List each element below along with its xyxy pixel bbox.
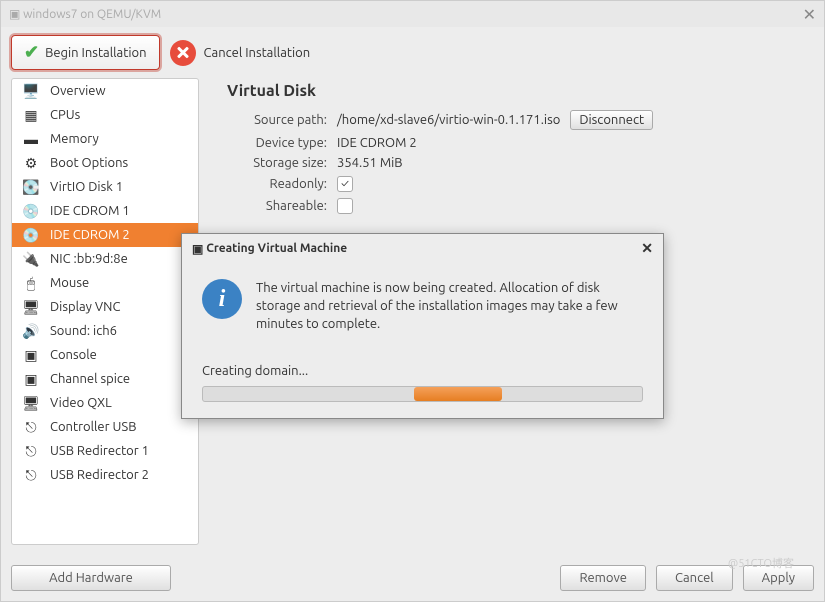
device-icon: 💿 (20, 226, 42, 244)
remove-button[interactable]: Remove (560, 565, 646, 591)
cancel-icon (170, 40, 196, 66)
cancel-button[interactable]: Cancel (656, 565, 733, 591)
sidebar-item-cpus[interactable]: ▦ CPUs (12, 103, 198, 127)
device-icon: ▣ (20, 346, 42, 364)
sidebar-item-channel-spice[interactable]: ▣ Channel spice (12, 367, 198, 391)
add-hardware-button[interactable]: Add Hardware (11, 565, 171, 591)
progress-bar (202, 386, 643, 402)
footer: Add Hardware Remove Cancel Apply (1, 555, 824, 601)
device-type-row: Device type: IDE CDROM 2 (227, 136, 794, 150)
sidebar-item-usb-redirector-1[interactable]: ⎋ USB Redirector 1 (12, 439, 198, 463)
readonly-checkbox[interactable]: ✓ (337, 176, 353, 192)
close-icon[interactable]: ✕ (803, 5, 816, 24)
sidebar-item-memory[interactable]: ▬ Memory (12, 127, 198, 151)
sidebar-item-label: IDE CDROM 2 (50, 228, 130, 242)
begin-label: Begin Installation (45, 46, 146, 60)
device-icon: 🔌 (20, 250, 42, 268)
sidebar-item-label: Console (50, 348, 97, 362)
sidebar-item-sound-ich6[interactable]: 🔊 Sound: ich6 (12, 319, 198, 343)
creating-vm-dialog: ▣ Creating Virtual Machine ✕ i The virtu… (181, 233, 664, 419)
device-icon: ▬ (20, 130, 42, 148)
device-icon: ▣ (20, 370, 42, 388)
device-icon: 🖥 (20, 394, 42, 412)
sidebar-item-nic-bb-9d-8e[interactable]: 🔌 NIC :bb:9d:8e (12, 247, 198, 271)
sidebar-item-label: Video QXL (50, 396, 112, 410)
sidebar-item-label: Overview (50, 84, 106, 98)
device-icon: 💽 (20, 178, 42, 196)
sidebar-item-usb-redirector-2[interactable]: ⎋ USB Redirector 2 (12, 463, 198, 487)
sidebar-item-ide-cdrom-2[interactable]: 💿 IDE CDROM 2 (12, 223, 198, 247)
sidebar-item-label: USB Redirector 1 (50, 444, 149, 458)
sidebar-item-controller-usb[interactable]: ⎋ Controller USB (12, 415, 198, 439)
cancel-label: Cancel Installation (204, 46, 311, 60)
sidebar-item-ide-cdrom-1[interactable]: 💿 IDE CDROM 1 (12, 199, 198, 223)
dialog-close-icon[interactable]: ✕ (641, 240, 653, 257)
vm-manager-window: ▣ windows7 on QEMU/KVM ✕ ✔ Begin Install… (0, 0, 825, 602)
sidebar-item-boot-options[interactable]: ⚙ Boot Options (12, 151, 198, 175)
sidebar-item-label: NIC :bb:9d:8e (50, 252, 128, 266)
shareable-checkbox[interactable] (337, 198, 353, 214)
dialog-titlebar: ▣ Creating Virtual Machine ✕ (182, 234, 663, 263)
device-icon: 🖱 (20, 274, 42, 292)
device-icon: 🖥️ (20, 82, 42, 100)
device-icon: ▦ (20, 106, 42, 124)
dialog-title-text: Creating Virtual Machine (206, 242, 347, 255)
sidebar-item-virtio-disk-1[interactable]: 💽 VirtIO Disk 1 (12, 175, 198, 199)
device-icon: 🔊 (20, 322, 42, 340)
panel-title: Virtual Disk (227, 82, 794, 100)
window-title: windows7 on QEMU/KVM (23, 8, 161, 21)
check-icon: ✔ (24, 42, 39, 63)
source-path-value: /home/xd-slave6/virtio-win-0.1.171.iso (337, 113, 560, 127)
sidebar-item-label: CPUs (50, 108, 80, 122)
dialog-message: The virtual machine is now being created… (256, 279, 643, 334)
sidebar-item-label: Sound: ich6 (50, 324, 117, 338)
storage-size-value: 354.51 MiB (337, 156, 403, 170)
watermark: @51CTO博客 (728, 555, 794, 571)
readonly-row: Readonly: ✓ (227, 176, 794, 192)
sidebar-item-label: VirtIO Disk 1 (50, 180, 123, 194)
sidebar-item-label: Mouse (50, 276, 89, 290)
sidebar-item-console[interactable]: ▣ Console (12, 343, 198, 367)
sidebar-item-label: Display VNC (50, 300, 120, 314)
app-icon: ▣ (9, 7, 20, 21)
source-path-row: Source path: /home/xd-slave6/virtio-win-… (227, 110, 794, 130)
device-icon: ⚙ (20, 154, 42, 172)
device-icon: ⎋ (20, 442, 42, 460)
device-icon: ⎋ (20, 466, 42, 484)
toolbar: ✔ Begin Installation Cancel Installation (1, 27, 824, 78)
device-icon: 🖥 (20, 298, 42, 316)
device-type-value: IDE CDROM 2 (337, 136, 417, 150)
sidebar-item-label: Boot Options (50, 156, 128, 170)
sidebar-item-display-vnc[interactable]: 🖥 Display VNC (12, 295, 198, 319)
info-icon: i (202, 279, 242, 319)
cancel-installation-button[interactable]: Cancel Installation (170, 40, 311, 66)
sidebar-item-label: Controller USB (50, 420, 136, 434)
device-icon: ⎋ (20, 418, 42, 436)
begin-installation-button[interactable]: ✔ Begin Installation (11, 35, 160, 70)
sidebar-item-label: IDE CDROM 1 (50, 204, 130, 218)
storage-size-row: Storage size: 354.51 MiB (227, 156, 794, 170)
sidebar-item-overview[interactable]: 🖥️ Overview (12, 79, 198, 103)
sidebar-item-label: Memory (50, 132, 99, 146)
sidebar-item-mouse[interactable]: 🖱 Mouse (12, 271, 198, 295)
sidebar-item-video-qxl[interactable]: 🖥 Video QXL (12, 391, 198, 415)
sidebar-item-label: Channel spice (50, 372, 130, 386)
dialog-icon: ▣ (192, 242, 203, 256)
shareable-row: Shareable: (227, 198, 794, 214)
titlebar: ▣ windows7 on QEMU/KVM ✕ (1, 1, 824, 27)
progress-fill (414, 387, 502, 401)
device-icon: 💿 (20, 202, 42, 220)
hardware-sidebar: 🖥️ Overview ▦ CPUs ▬ Memory ⚙ Boot Options 💽 Virt… (11, 78, 199, 545)
disconnect-button[interactable]: Disconnect (570, 110, 653, 130)
progress-label: Creating domain... (202, 364, 643, 378)
sidebar-item-label: USB Redirector 2 (50, 468, 149, 482)
